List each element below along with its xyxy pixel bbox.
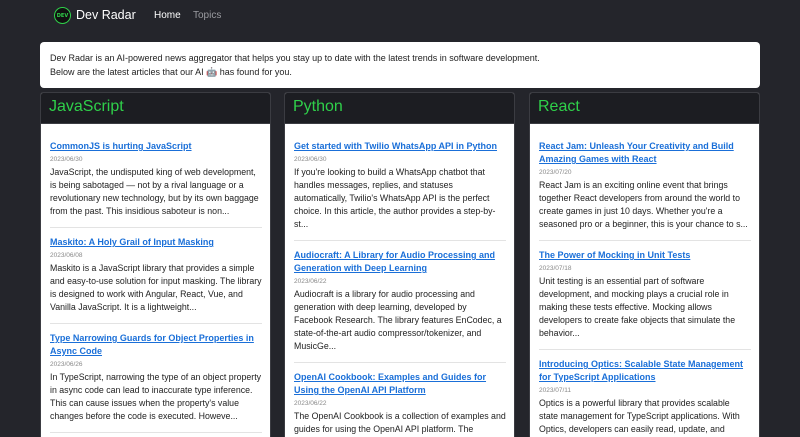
article-title-link[interactable]: Maskito: A Holy Grail of Input Masking [50,236,262,249]
intro-line-2: Below are the latest articles that our A… [50,67,292,77]
article-date: 2023/06/22 [294,400,327,407]
column-javascript: JavaScript CommonJS is hurting JavaScrip… [40,92,271,437]
article-title-link[interactable]: OpenAI Cookbook: Examples and Guides for… [294,371,506,397]
article-item: OpenAI Cookbook: Examples and Guides for… [294,371,506,437]
article-summary: Unit testing is an essential part of sof… [539,276,736,338]
article-item: Introducing Optics: Scalable State Manag… [539,358,751,437]
column-title: React [530,93,759,124]
article-title-link[interactable]: The Power of Mocking in Unit Tests [539,249,751,262]
article-summary: Maskito is a JavaScript library that pro… [50,263,262,312]
article-item: CommonJS is hurting JavaScript 2023/06/3… [50,140,262,228]
article-list: CommonJS is hurting JavaScript 2023/06/3… [41,124,270,433]
dev-logo-icon[interactable]: DEV [54,7,71,24]
article-date: 2023/06/08 [50,252,83,259]
column-title: JavaScript [41,93,270,124]
article-date: 2023/06/22 [294,278,327,285]
intro-box: Dev Radar is an AI-powered news aggregat… [40,42,760,88]
nav-topics-link[interactable]: Topics [193,10,221,21]
article-summary: React Jam is an exciting online event th… [539,180,748,229]
article-date: 2023/06/26 [50,361,83,368]
article-summary: Audiocraft is a library for audio proces… [294,289,502,351]
article-title-link[interactable]: CommonJS is hurting JavaScript [50,140,262,153]
article-date: 2023/06/30 [50,156,83,163]
article-item: Type Narrowing Guards for Object Propert… [50,332,262,433]
article-date: 2023/07/20 [539,169,572,176]
article-summary: Optics is a powerful library that provid… [539,398,740,434]
article-summary: JavaScript, the undisputed king of web d… [50,167,259,216]
article-date: 2023/07/11 [539,387,572,394]
article-title-link[interactable]: Get started with Twilio WhatsApp API in … [294,140,506,153]
article-date: 2023/06/30 [294,156,327,163]
article-date: 2023/07/18 [539,265,572,272]
article-item: The Power of Mocking in Unit Tests 2023/… [539,249,751,350]
article-list: Get started with Twilio WhatsApp API in … [285,124,514,437]
column-title: Python [285,93,514,124]
article-summary: The OpenAI Cookbook is a collection of e… [294,411,506,434]
article-item: Audiocraft: A Library for Audio Processi… [294,249,506,363]
navbar: DEV Dev Radar Home Topics [0,0,800,32]
column-react: React React Jam: Unleash Your Creativity… [529,92,760,437]
article-list: React Jam: Unleash Your Creativity and B… [530,124,759,437]
article-title-link[interactable]: React Jam: Unleash Your Creativity and B… [539,140,751,166]
column-python: Python Get started with Twilio WhatsApp … [284,92,515,437]
article-title-link[interactable]: Type Narrowing Guards for Object Propert… [50,332,262,358]
article-summary: In TypeScript, narrowing the type of an … [50,372,262,421]
intro-line-1: Dev Radar is an AI-powered news aggregat… [50,53,540,63]
article-item: Get started with Twilio WhatsApp API in … [294,140,506,241]
brand-name[interactable]: Dev Radar [76,8,136,22]
article-item: React Jam: Unleash Your Creativity and B… [539,140,751,241]
article-title-link[interactable]: Introducing Optics: Scalable State Manag… [539,358,751,384]
article-title-link[interactable]: Audiocraft: A Library for Audio Processi… [294,249,506,275]
article-item: Maskito: A Holy Grail of Input Masking 2… [50,236,262,324]
article-summary: If you're looking to build a WhatsApp ch… [294,167,496,229]
nav-home-link[interactable]: Home [154,10,181,21]
